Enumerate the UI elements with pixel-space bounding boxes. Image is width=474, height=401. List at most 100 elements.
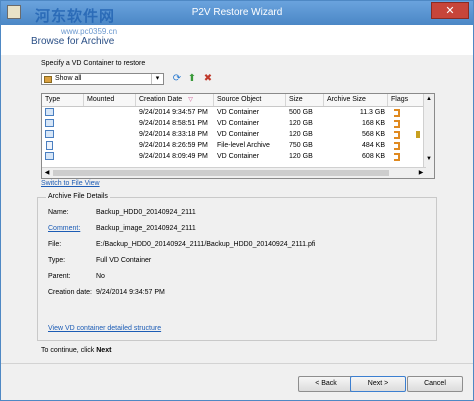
scroll-up-icon[interactable]: ▲	[424, 94, 434, 104]
sort-desc-icon: ▽	[188, 97, 193, 103]
wizard-content: Specify a VD Container to restore Show a…	[1, 55, 473, 355]
table-row[interactable]: 9/24/2014 8:33:18 PM VD Container 120 GB…	[42, 129, 426, 140]
row-flags	[388, 107, 426, 118]
col-creation-date-label: Creation Date	[139, 96, 183, 103]
row-flags	[388, 129, 426, 140]
vertical-scrollbar[interactable]: ▲ ▼	[423, 94, 434, 178]
add-archive-icon[interactable]: ⬆	[186, 73, 198, 85]
file-label: File:	[48, 241, 62, 248]
file-value: E:/Backup_HDD0_20140924_2111/Backup_HDD0…	[96, 241, 316, 248]
filter-dropdown[interactable]: Show all ▾	[41, 73, 164, 85]
comment-link[interactable]: Comment:	[48, 225, 80, 232]
row-creation-date: 9/24/2014 8:26:59 PM	[139, 142, 208, 149]
row-type	[42, 118, 84, 129]
row-source-object: File-level Archive	[217, 142, 270, 149]
row-size: 500 GB	[289, 109, 313, 116]
flag-icon	[394, 131, 400, 139]
filter-selected: Show all	[55, 75, 82, 82]
row-archive-size: 568 KB	[362, 131, 385, 138]
next-button[interactable]: Next >	[350, 376, 406, 392]
row-archive-size: 484 KB	[362, 142, 385, 149]
row-type	[42, 151, 84, 162]
name-label: Name:	[48, 209, 69, 216]
scroll-right-icon[interactable]: ▶	[416, 168, 426, 178]
col-creation-date[interactable]: Creation Date ▽	[136, 94, 214, 106]
file-archive-icon	[46, 141, 53, 150]
row-flags	[388, 118, 426, 129]
vd-container-icon	[45, 130, 54, 138]
hint-prefix: To continue, click	[41, 347, 97, 354]
name-value: Backup_HDD0_20140924_2111	[96, 209, 196, 216]
row-archive-size: 168 KB	[362, 120, 385, 127]
continue-hint: To continue, click Next	[41, 347, 111, 354]
page-heading: Browse for Archive	[31, 36, 115, 47]
flag-icon	[394, 153, 400, 161]
scroll-thumb[interactable]	[53, 170, 389, 176]
row-flags	[388, 151, 426, 162]
col-source-object[interactable]: Source Object	[214, 94, 286, 106]
vd-container-icon	[45, 108, 54, 116]
row-archive-size: 608 KB	[362, 153, 385, 160]
creation-date-label: Creation date:	[48, 289, 92, 296]
row-type	[42, 129, 84, 140]
wizard-footer: < Back Next > Cancel	[1, 355, 473, 400]
close-button[interactable]: ✕	[431, 2, 469, 19]
flag-icon	[394, 120, 400, 128]
col-flags[interactable]: Flags	[388, 94, 426, 106]
row-size: 120 GB	[289, 153, 313, 160]
table-row[interactable]: 9/24/2014 8:26:59 PM File-level Archive …	[42, 140, 426, 151]
remove-archive-icon[interactable]: ✖	[202, 73, 214, 85]
parent-value: No	[96, 273, 105, 280]
row-type	[42, 107, 84, 118]
creation-date-value: 9/24/2014 9:34:57 PM	[96, 289, 165, 296]
row-flags	[388, 140, 426, 151]
row-creation-date: 9/24/2014 8:58:51 PM	[139, 120, 208, 127]
footer-divider	[1, 363, 473, 364]
flag-icon	[394, 109, 400, 117]
flag-icon	[394, 142, 400, 150]
col-size[interactable]: Size	[286, 94, 324, 106]
col-type[interactable]: Type	[42, 94, 84, 106]
lock-icon	[416, 131, 420, 138]
wizard-window: P2V Restore Wizard ✕ Browse for Archive …	[0, 0, 474, 401]
row-type	[42, 140, 84, 151]
row-creation-date: 9/24/2014 8:09:49 PM	[139, 153, 208, 160]
row-source-object: VD Container	[217, 153, 260, 160]
row-creation-date: 9/24/2014 9:34:57 PM	[139, 109, 208, 116]
table-row[interactable]: 9/24/2014 8:09:49 PM VD Container 120 GB…	[42, 151, 426, 162]
archive-table[interactable]: Type Mounted Creation Date ▽ Source Objec…	[41, 93, 435, 179]
row-source-object: VD Container	[217, 120, 260, 127]
type-label: Type:	[48, 257, 66, 264]
folder-icon	[44, 76, 52, 83]
row-archive-size: 11.3 GB	[359, 109, 385, 116]
parent-label: Parent:	[48, 273, 71, 280]
row-creation-date: 9/24/2014 8:33:18 PM	[139, 131, 208, 138]
table-header: Type Mounted Creation Date ▽ Source Objec…	[42, 94, 426, 107]
refresh-icon[interactable]: ⟳	[171, 73, 183, 85]
vd-container-icon	[45, 152, 54, 160]
details-title: Archive File Details	[46, 193, 110, 200]
cancel-button[interactable]: Cancel	[407, 376, 463, 392]
row-source-object: VD Container	[217, 131, 260, 138]
row-source-object: VD Container	[217, 109, 260, 116]
col-archive-size[interactable]: Archive Size	[324, 94, 388, 106]
archive-details-group: Archive File Details Name: Backup_HDD0_2…	[37, 193, 437, 341]
horizontal-scrollbar[interactable]: ◀ ▶	[42, 167, 426, 178]
switch-to-file-view-link[interactable]: Switch to File View	[41, 180, 100, 187]
scroll-left-icon[interactable]: ◀	[42, 168, 52, 178]
chevron-down-icon[interactable]: ▾	[151, 74, 163, 84]
row-size: 120 GB	[289, 131, 313, 138]
back-button[interactable]: < Back	[298, 376, 354, 392]
watermark: 河东软件网	[35, 8, 116, 25]
table-row[interactable]: 9/24/2014 8:58:51 PM VD Container 120 GB…	[42, 118, 426, 129]
specify-label: Specify a VD Container to restore	[41, 60, 146, 67]
watermark-url: www.pc0359.cn	[61, 27, 118, 36]
col-mounted[interactable]: Mounted	[84, 94, 136, 106]
type-value: Full VD Container	[96, 257, 152, 264]
view-structure-link[interactable]: View VD container detailed structure	[48, 325, 161, 332]
comment-value: Backup_image_20140924_2111	[96, 225, 196, 232]
table-row[interactable]: 9/24/2014 9:34:57 PM VD Container 500 GB…	[42, 107, 426, 118]
row-size: 120 GB	[289, 120, 313, 127]
scroll-down-icon[interactable]: ▼	[424, 154, 434, 164]
row-size: 750 GB	[289, 142, 313, 149]
